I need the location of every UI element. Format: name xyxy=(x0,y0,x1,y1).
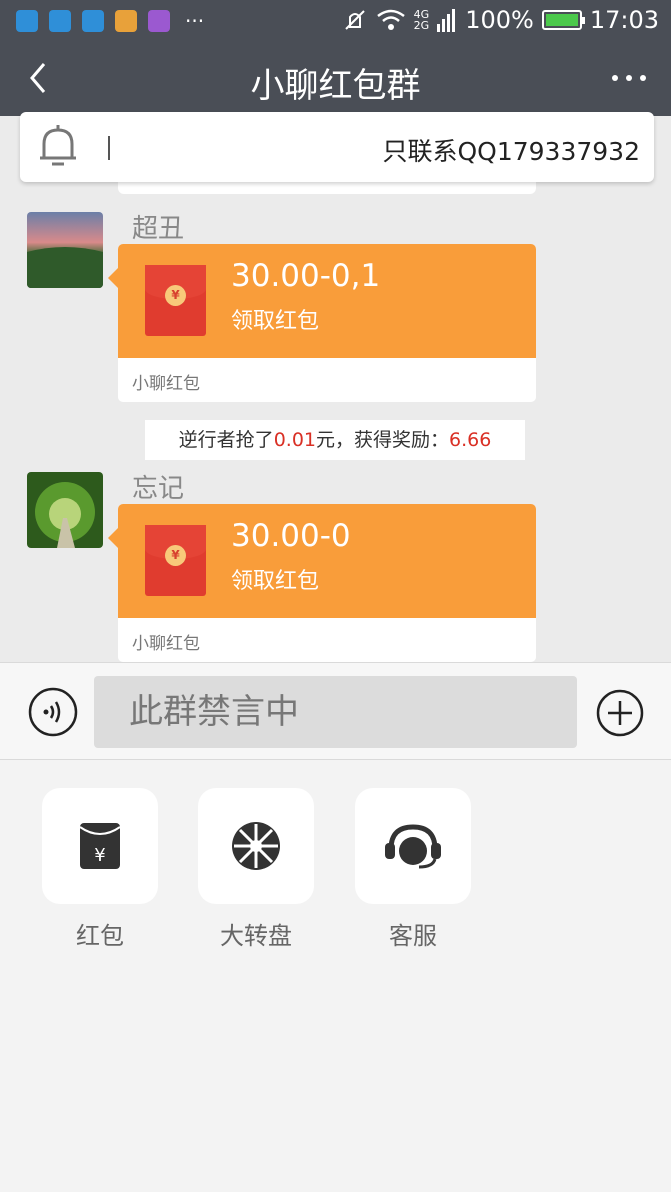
sender-name: 超丑 xyxy=(132,214,185,244)
tool-customer-service[interactable]: 客服 xyxy=(355,788,471,951)
network-2g: 2G xyxy=(413,19,430,32)
tool-red-packet-box[interactable]: ¥ xyxy=(42,788,158,904)
reward-amount: 6.66 xyxy=(449,429,492,451)
status-bar: ··· 4G 2G 100% 17:03 xyxy=(0,0,671,44)
announcement-bar[interactable]: 只联系QQ179337932 xyxy=(20,112,654,182)
red-packet-footer: 小聊红包 xyxy=(132,374,200,394)
page-title: 小聊红包群 xyxy=(250,66,421,106)
more-notifications-icon: ··· xyxy=(185,9,205,33)
wheel-icon xyxy=(232,822,280,870)
mute-icon xyxy=(344,10,365,30)
bell-icon xyxy=(40,125,76,166)
text-cursor xyxy=(108,136,110,160)
input-bar: 此群禁言中 xyxy=(0,662,671,760)
wifi-icon xyxy=(376,9,405,30)
system-message: 逆行者抢了0.01元，获得奖励：6.66 xyxy=(145,420,525,460)
signal-icon xyxy=(437,9,456,32)
red-packet-amount: 30.00-0 xyxy=(231,518,351,554)
bubble-arrow xyxy=(108,268,118,288)
tool-label: 客服 xyxy=(389,922,437,950)
gallery-icon xyxy=(148,10,170,32)
tool-red-packet[interactable]: ¥ 红包 xyxy=(42,788,158,951)
announcement-text: 只联系QQ179337932 xyxy=(382,137,640,166)
plus-icon[interactable] xyxy=(596,689,644,737)
system-message-prefix: 逆行者抢了 xyxy=(178,429,274,451)
red-packet-icon: ¥ xyxy=(79,823,121,869)
grab-amount: 0.01 xyxy=(273,429,316,451)
clock: 17:03 xyxy=(589,6,659,34)
svg-text:¥: ¥ xyxy=(94,845,105,866)
status-right: 4G 2G 100% 17:03 xyxy=(342,6,659,34)
shield-icon xyxy=(49,10,71,32)
avatar[interactable] xyxy=(27,212,103,288)
red-envelope-icon: ¥ xyxy=(145,265,206,336)
red-packet-top: ¥ 30.00-0 领取红包 xyxy=(118,504,536,618)
battery-icon xyxy=(541,10,585,30)
avatar[interactable] xyxy=(27,472,103,548)
notification-icons: ··· xyxy=(16,10,204,32)
red-packet-amount: 30.00-0,1 xyxy=(231,258,381,294)
red-packet-top: ¥ 30.00-0,1 领取红包 xyxy=(118,244,536,358)
red-packet-footer: 小聊红包 xyxy=(132,634,200,654)
red-packet-card[interactable]: ¥ 30.00-0 领取红包 小聊红包 xyxy=(108,504,536,662)
tool-wheel[interactable]: 大转盘 xyxy=(198,788,314,951)
bubble-arrow xyxy=(108,528,118,548)
system-message-middle: 元，获得奖励： xyxy=(316,429,450,451)
tool-wheel-box[interactable] xyxy=(198,788,314,904)
chat-area[interactable]: 超丑 ¥ 30.00-0,1 领取红包 小聊红包 逆行者抢了0.01元，获得奖励… xyxy=(0,116,671,662)
tools-panel: ¥ 红包 大转盘 客服 xyxy=(0,760,671,1192)
red-packet-card[interactable]: ¥ 30.00-0,1 领取红包 小聊红包 xyxy=(108,244,536,402)
more-options-icon[interactable] xyxy=(609,58,649,98)
tool-label: 红包 xyxy=(76,922,124,950)
battery-percent: 100% xyxy=(465,6,534,34)
tool-label: 大转盘 xyxy=(220,922,292,950)
voice-input-icon[interactable] xyxy=(28,687,78,737)
sender-name: 忘记 xyxy=(132,474,185,504)
red-packet-action: 领取红包 xyxy=(231,569,320,594)
network-type: 4G 2G xyxy=(414,9,430,31)
tool-customer-service-box[interactable] xyxy=(355,788,471,904)
title-bar: 小聊红包群 xyxy=(0,44,671,116)
headset-icon xyxy=(385,824,441,869)
muted-message-field: 此群禁言中 xyxy=(94,676,577,748)
video-app-icon xyxy=(115,10,137,32)
red-packet-action: 领取红包 xyxy=(231,309,320,334)
red-envelope-icon: ¥ xyxy=(145,525,206,596)
usb-icon xyxy=(16,10,38,32)
chat-icon xyxy=(82,10,104,32)
